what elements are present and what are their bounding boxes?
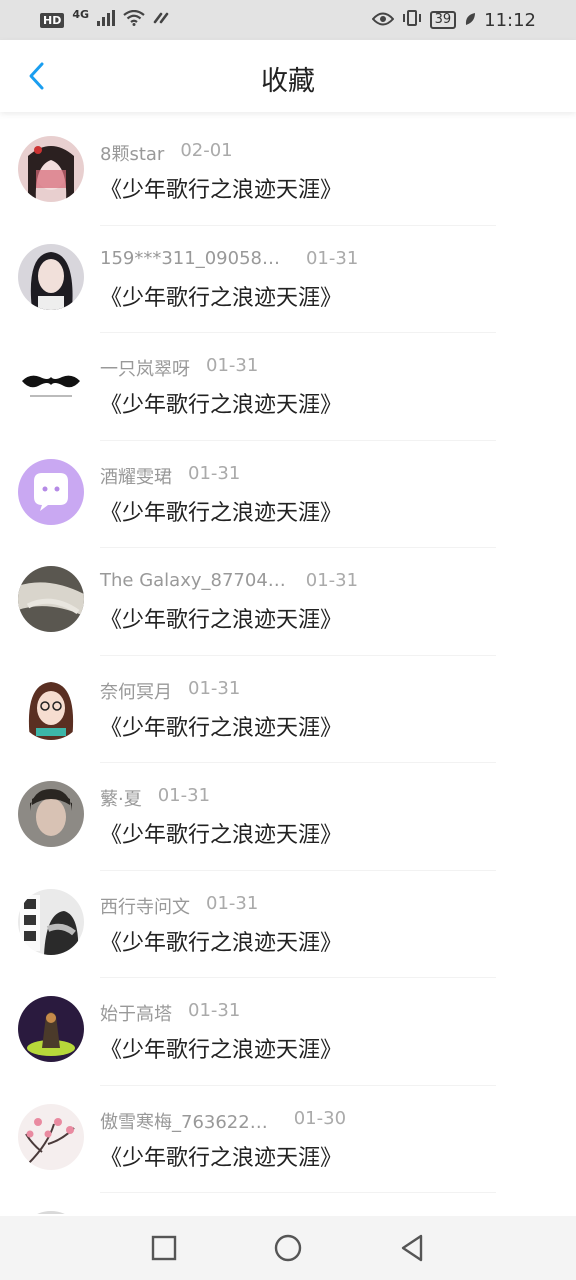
username[interactable]: 傲雪寒梅_763622… [100, 1108, 268, 1134]
eye-icon [371, 10, 394, 31]
work-title[interactable]: 《少年歌行之浪迹天涯》 [100, 1140, 342, 1172]
signal-icon [97, 9, 116, 31]
avatar[interactable] [18, 566, 84, 632]
list-item-partial[interactable] [0, 1193, 576, 1214]
item-meta: 傲雪寒梅_763622… 01-30 [100, 1108, 346, 1134]
username[interactable]: 西行寺问文 [100, 893, 190, 919]
avatar[interactable] [18, 781, 84, 847]
date: 01-30 [293, 1107, 347, 1129]
username[interactable]: 奈何冥月 [100, 678, 172, 704]
avatar[interactable] [18, 673, 84, 740]
square-icon [151, 1235, 177, 1261]
item-meta: 8颗star 02-01 [100, 140, 233, 166]
list-item[interactable]: 傲雪寒梅_763622… 01-30 《少年歌行之浪迹天涯》 [0, 1086, 576, 1193]
favorites-list: 8颗star 02-01 《少年歌行之浪迹天涯》 159***311_09058… [0, 118, 576, 1214]
home-button[interactable] [266, 1226, 310, 1270]
battery-icon: 39 [429, 11, 457, 29]
circle-icon [274, 1234, 302, 1262]
username[interactable]: 酒耀雯珺 [100, 463, 172, 489]
work-title[interactable]: 《少年歌行之浪迹天涯》 [100, 817, 342, 849]
link-icon [153, 10, 171, 31]
avatar[interactable] [18, 1103, 84, 1170]
status-right: 39 11:12 [371, 9, 536, 31]
top-bar: 收藏 [0, 40, 576, 112]
item-meta: 奈何冥月 01-31 [100, 678, 240, 704]
date: 01-31 [188, 462, 241, 484]
recent-apps-button[interactable] [142, 1226, 186, 1270]
list-item[interactable]: 159***311_09058… 01-31 《少年歌行之浪迹天涯》 [0, 226, 576, 333]
system-back-button[interactable] [390, 1226, 434, 1270]
leaf-icon [464, 10, 476, 31]
list-item[interactable]: The Galaxy_87704… 01-31 《少年歌行之浪迹天涯》 [0, 548, 576, 656]
item-meta: 蘩·夏 01-31 [100, 785, 210, 811]
item-meta: 159***311_09058… 01-31 [100, 248, 358, 269]
status-bar: HD 4G 39 11:12 [0, 0, 576, 40]
date: 01-31 [157, 785, 211, 806]
item-meta: 一只岚翠呀 01-31 [100, 355, 258, 381]
list-item[interactable]: 奈何冥月 01-31 《少年歌行之浪迹天涯》 [0, 656, 576, 763]
system-nav-bar [0, 1216, 576, 1280]
work-title[interactable]: 《少年歌行之浪迹天涯》 [100, 602, 342, 634]
work-title[interactable]: 《少年歌行之浪迹天涯》 [100, 172, 342, 204]
work-title[interactable]: 《少年歌行之浪迹天涯》 [100, 280, 342, 312]
avatar[interactable] [18, 136, 84, 202]
hd-badge: HD [40, 12, 65, 28]
list-item[interactable]: 始于高塔 01-31 《少年歌行之浪迹天涯》 [0, 978, 576, 1086]
list-item[interactable]: 8颗star 02-01 《少年歌行之浪迹天涯》 [0, 118, 576, 226]
list-item[interactable]: 酒耀雯珺 01-31 《少年歌行之浪迹天涯》 [0, 441, 576, 548]
list-item[interactable]: 一只岚翠呀 01-31 《少年歌行之浪迹天涯》 [0, 333, 576, 441]
item-meta: 酒耀雯珺 01-31 [100, 463, 240, 489]
date: 01-31 [206, 892, 259, 914]
network-label: 4G [72, 7, 90, 21]
avatar[interactable] [18, 888, 84, 955]
username[interactable]: 159***311_09058… [100, 248, 280, 269]
avatar[interactable] [18, 243, 84, 310]
username[interactable]: 8颗star [100, 140, 164, 166]
username[interactable]: 一只岚翠呀 [100, 355, 190, 381]
avatar[interactable] [18, 351, 84, 417]
status-left: HD 4G [40, 7, 171, 31]
username[interactable]: 蘩·夏 [100, 785, 142, 811]
work-title[interactable]: 《少年歌行之浪迹天涯》 [100, 387, 342, 419]
triangle-back-icon [401, 1234, 423, 1262]
item-meta: 西行寺问文 01-31 [100, 893, 258, 919]
avatar[interactable] [18, 458, 84, 525]
clock: 11:12 [484, 9, 536, 31]
vibrate-icon [402, 9, 422, 31]
date: 01-31 [188, 677, 241, 699]
username[interactable]: 始于高塔 [100, 1000, 172, 1026]
list-item[interactable]: 蘩·夏 01-31 《少年歌行之浪迹天涯》 [0, 763, 576, 871]
item-meta: 始于高塔 01-31 [100, 1000, 240, 1026]
wifi-icon [123, 9, 145, 31]
work-title[interactable]: 《少年歌行之浪迹天涯》 [100, 1032, 342, 1064]
list-item[interactable]: 西行寺问文 01-31 《少年歌行之浪迹天涯》 [0, 871, 576, 978]
avatar[interactable] [18, 1211, 84, 1214]
date: 02-01 [180, 140, 233, 161]
work-title[interactable]: 《少年歌行之浪迹天涯》 [100, 495, 342, 527]
username[interactable]: The Galaxy_87704… [100, 570, 286, 591]
avatar[interactable] [18, 996, 84, 1062]
date: 01-31 [206, 355, 259, 376]
work-title[interactable]: 《少年歌行之浪迹天涯》 [100, 925, 342, 957]
work-title[interactable]: 《少年歌行之浪迹天涯》 [100, 710, 342, 742]
date: 01-31 [305, 247, 359, 269]
date: 01-31 [188, 1000, 241, 1021]
date: 01-31 [305, 570, 359, 591]
page-title: 收藏 [261, 66, 315, 97]
item-meta: The Galaxy_87704… 01-31 [100, 570, 358, 591]
